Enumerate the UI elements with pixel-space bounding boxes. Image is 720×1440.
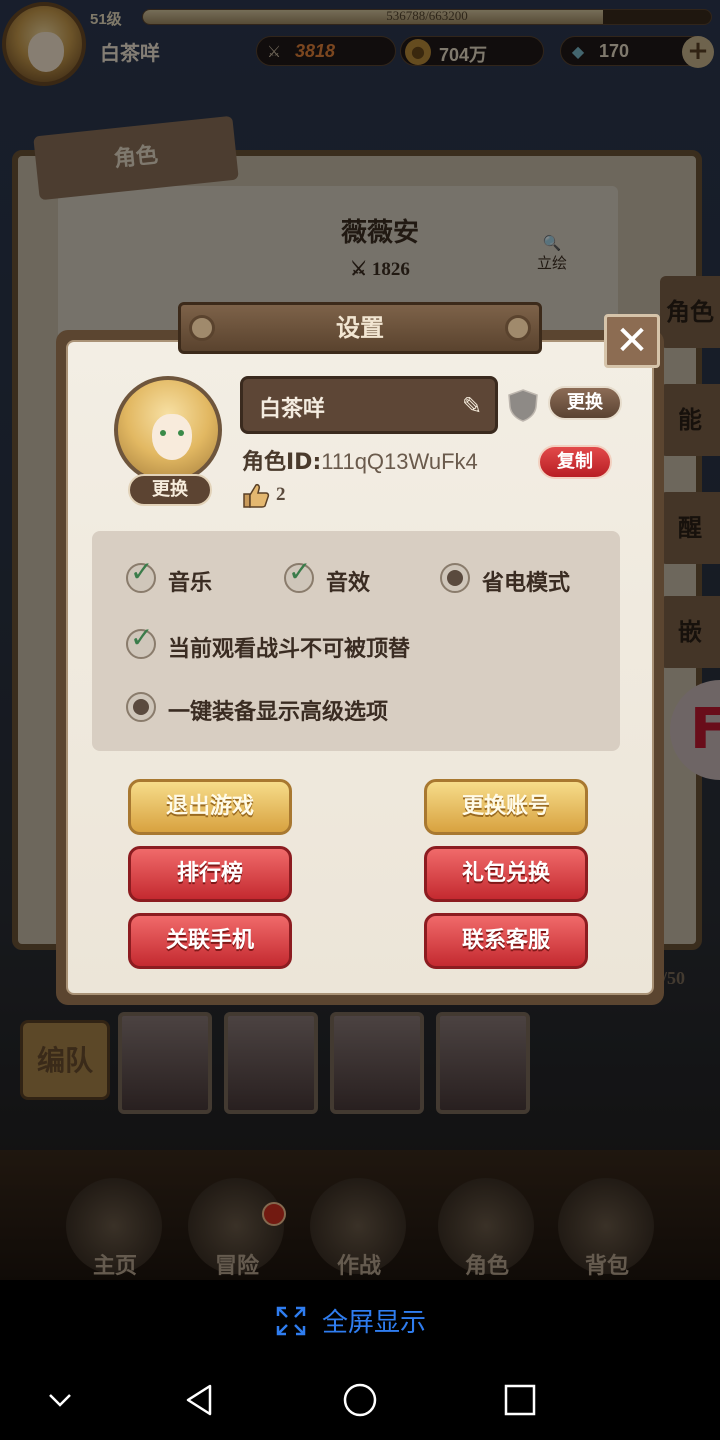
dialog-title-text: 设置 (336, 314, 384, 342)
sound-label: 音效 (326, 571, 371, 596)
advanced-equip-label: 一键装备显示高级选项 (168, 700, 389, 725)
ornament-icon (189, 315, 215, 341)
fullscreen-bar[interactable]: 全屏显示 (0, 1280, 720, 1360)
pencil-icon[interactable]: ✎ (457, 391, 487, 421)
dialog-title: 设置 (178, 302, 542, 354)
thumbs-up-icon (243, 484, 270, 508)
player-name-value: 白茶咩 (259, 397, 326, 422)
system-nav-bar (0, 1360, 720, 1440)
change-avatar-button[interactable]: 更换 (128, 474, 212, 506)
change-name-button[interactable]: 更换 (548, 386, 622, 420)
no-replace-label: 当前观看战斗不可被顶替 (168, 637, 411, 662)
ranking-button[interactable]: 排行榜 (128, 846, 292, 902)
sound-checkbox[interactable]: ✓ 音效 (284, 555, 404, 596)
likes-count: 2 (276, 484, 286, 505)
ornament-icon (505, 315, 531, 341)
music-label: 音乐 (168, 571, 213, 596)
home-icon[interactable] (340, 1380, 380, 1420)
chevron-down-icon[interactable] (40, 1380, 80, 1420)
gift-code-button[interactable]: 礼包兑换 (424, 846, 588, 902)
checkmark-icon: ✓ (130, 621, 154, 654)
music-checkbox[interactable]: ✓ 音乐 (126, 555, 246, 596)
power-save-toggle[interactable]: 省电模式 (440, 563, 600, 596)
back-icon[interactable] (180, 1380, 220, 1420)
recents-icon[interactable] (500, 1380, 540, 1420)
exit-game-button[interactable]: 退出游戏 (128, 779, 292, 835)
fullscreen-label: 全屏显示 (322, 1308, 427, 1338)
switch-account-button[interactable]: 更换账号 (424, 779, 588, 835)
role-id: 角色ID:111qQ13WuFk4 (242, 444, 478, 476)
profile-avatar[interactable] (114, 376, 222, 484)
radio-off-icon (440, 563, 470, 593)
link-phone-button[interactable]: 关联手机 (128, 913, 292, 969)
advanced-equip-toggle[interactable]: 一键装备显示高级选项 (126, 692, 466, 725)
role-id-value: 111qQ13WuFk4 (321, 449, 478, 474)
shield-icon (508, 389, 538, 422)
role-id-label: 角色ID: (242, 450, 322, 475)
expand-icon (276, 1306, 306, 1336)
contact-support-button[interactable]: 联系客服 (424, 913, 588, 969)
checkmark-icon: ✓ (130, 555, 154, 588)
radio-off-icon (126, 692, 156, 722)
power-save-label: 省电模式 (482, 571, 571, 596)
name-field[interactable]: 白茶咩 ✎ (240, 376, 498, 434)
close-button[interactable]: ✕ (604, 314, 660, 368)
checkmark-icon: ✓ (288, 555, 312, 588)
no-replace-checkbox[interactable]: ✓ 当前观看战斗不可被顶替 (126, 621, 486, 662)
copy-id-button[interactable]: 复制 (538, 445, 612, 479)
